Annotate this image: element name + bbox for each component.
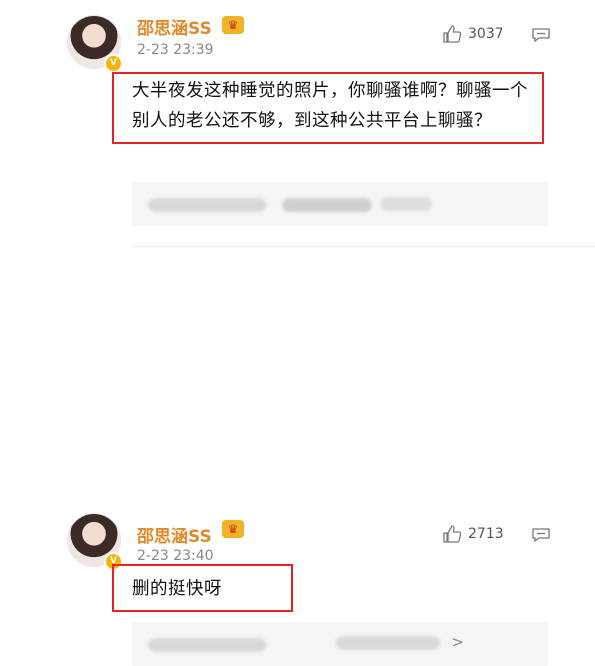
username[interactable]: 邵思涵SS	[137, 522, 212, 547]
thumbs-up-icon	[443, 525, 462, 543]
blurred-reply-text	[336, 636, 440, 650]
chevron-right-icon: >	[451, 633, 464, 651]
timestamp: 2-23 23:39	[137, 42, 214, 58]
divider	[132, 246, 595, 247]
comment-item: V 邵思涵SS ♛ 2-23 23:39 3037 大半夜发这种睡觉的照片，你聊…	[0, 0, 595, 258]
comment-item: V 邵思涵SS ♛ 2-23 23:40 2713 删的挺快呀 >	[0, 258, 595, 666]
like-count: 2713	[468, 526, 504, 542]
like-count: 3037	[468, 26, 504, 42]
reply-preview[interactable]	[132, 182, 548, 226]
highlight-box	[112, 72, 544, 144]
blurred-reply-text	[148, 638, 266, 652]
verified-v-icon: V	[104, 54, 123, 73]
thumbs-up-icon	[443, 25, 462, 43]
like-button[interactable]: 2713	[442, 524, 504, 546]
timestamp: 2-23 23:40	[137, 548, 214, 564]
blurred-reply-text	[380, 197, 432, 211]
comment-reply-icon[interactable]	[532, 28, 550, 42]
vip-crown-icon: ♛	[222, 16, 244, 34]
vip-crown-icon: ♛	[222, 520, 244, 538]
blurred-reply-text	[148, 198, 266, 212]
like-button[interactable]: 3037	[442, 24, 504, 46]
comment-reply-icon[interactable]	[532, 528, 550, 542]
username[interactable]: 邵思涵SS	[137, 14, 212, 39]
reply-preview[interactable]: >	[132, 622, 548, 666]
highlight-box	[112, 564, 293, 612]
blurred-reply-text	[282, 198, 372, 212]
